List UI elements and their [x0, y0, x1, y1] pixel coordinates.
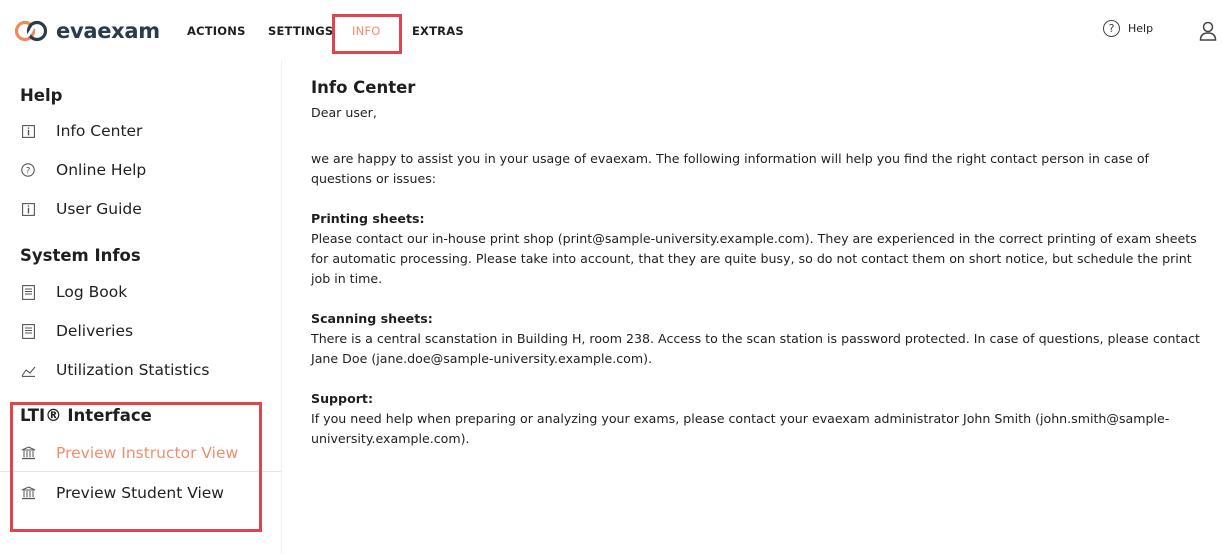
- sidebar-item-deliveries[interactable]: Deliveries: [0, 312, 282, 350]
- sidebar-item-label: Deliveries: [56, 322, 134, 340]
- sidebar-item-user-guide[interactable]: User Guide: [0, 190, 282, 228]
- scanning-heading: Scanning sheets:: [311, 311, 433, 326]
- section-title-system-infos: System Infos: [20, 246, 141, 265]
- intro-text: we are happy to assist you in your usage…: [311, 151, 1149, 186]
- info-tab-highlight-box: [332, 14, 402, 54]
- lti-section-highlight-box: [10, 402, 262, 532]
- info-box-icon: [20, 123, 36, 139]
- svg-text:?: ?: [26, 166, 31, 176]
- sidebar-item-label: Utilization Statistics: [56, 361, 210, 379]
- greeting-text: Dear user,: [311, 105, 377, 120]
- user-icon[interactable]: [1199, 20, 1217, 42]
- document-icon: [20, 284, 36, 300]
- page-title: Info Center: [311, 78, 416, 97]
- question-circle-icon: ?: [20, 162, 36, 178]
- info-center-content: Info Center Dear user, we are happy to a…: [282, 60, 1222, 554]
- sidebar-item-label: Log Book: [56, 283, 128, 301]
- logo-icon: [14, 20, 48, 42]
- section-title-help: Help: [20, 86, 63, 105]
- sidebar-item-online-help[interactable]: ? Online Help: [0, 151, 282, 189]
- nav-actions[interactable]: ACTIONS: [187, 24, 246, 38]
- scanning-text: There is a central scanstation in Buildi…: [311, 331, 1200, 366]
- top-navigation-bar: evaexam ACTIONS SETTINGS INFO EXTRAS ? H…: [0, 0, 1222, 60]
- sidebar: Help Info Center ? Online Help User Guid…: [0, 60, 282, 554]
- printing-heading: Printing sheets:: [311, 211, 425, 226]
- support-text: If you need help when preparing or analy…: [311, 411, 1170, 446]
- support-heading: Support:: [311, 391, 373, 406]
- nav-extras[interactable]: EXTRAS: [412, 24, 464, 38]
- sidebar-item-info-center[interactable]: Info Center: [0, 112, 282, 150]
- help-label: Help: [1128, 22, 1154, 35]
- document-icon: [20, 323, 36, 339]
- sidebar-item-log-book[interactable]: Log Book: [0, 273, 282, 311]
- sidebar-item-label: Online Help: [56, 161, 147, 179]
- logo-text: evaexam: [56, 19, 160, 43]
- chart-area-icon: [20, 362, 36, 378]
- info-box-icon: [20, 201, 36, 217]
- nav-settings[interactable]: SETTINGS: [268, 24, 333, 38]
- sidebar-item-utilization-statistics[interactable]: Utilization Statistics: [0, 351, 282, 389]
- sidebar-item-label: User Guide: [56, 200, 142, 218]
- printing-text: Please contact our in-house print shop (…: [311, 231, 1197, 286]
- evaexam-logo[interactable]: evaexam: [14, 15, 160, 47]
- help-button[interactable]: ? Help: [1103, 20, 1153, 37]
- sidebar-item-label: Info Center: [56, 122, 143, 140]
- question-circle-icon: ?: [1103, 20, 1120, 37]
